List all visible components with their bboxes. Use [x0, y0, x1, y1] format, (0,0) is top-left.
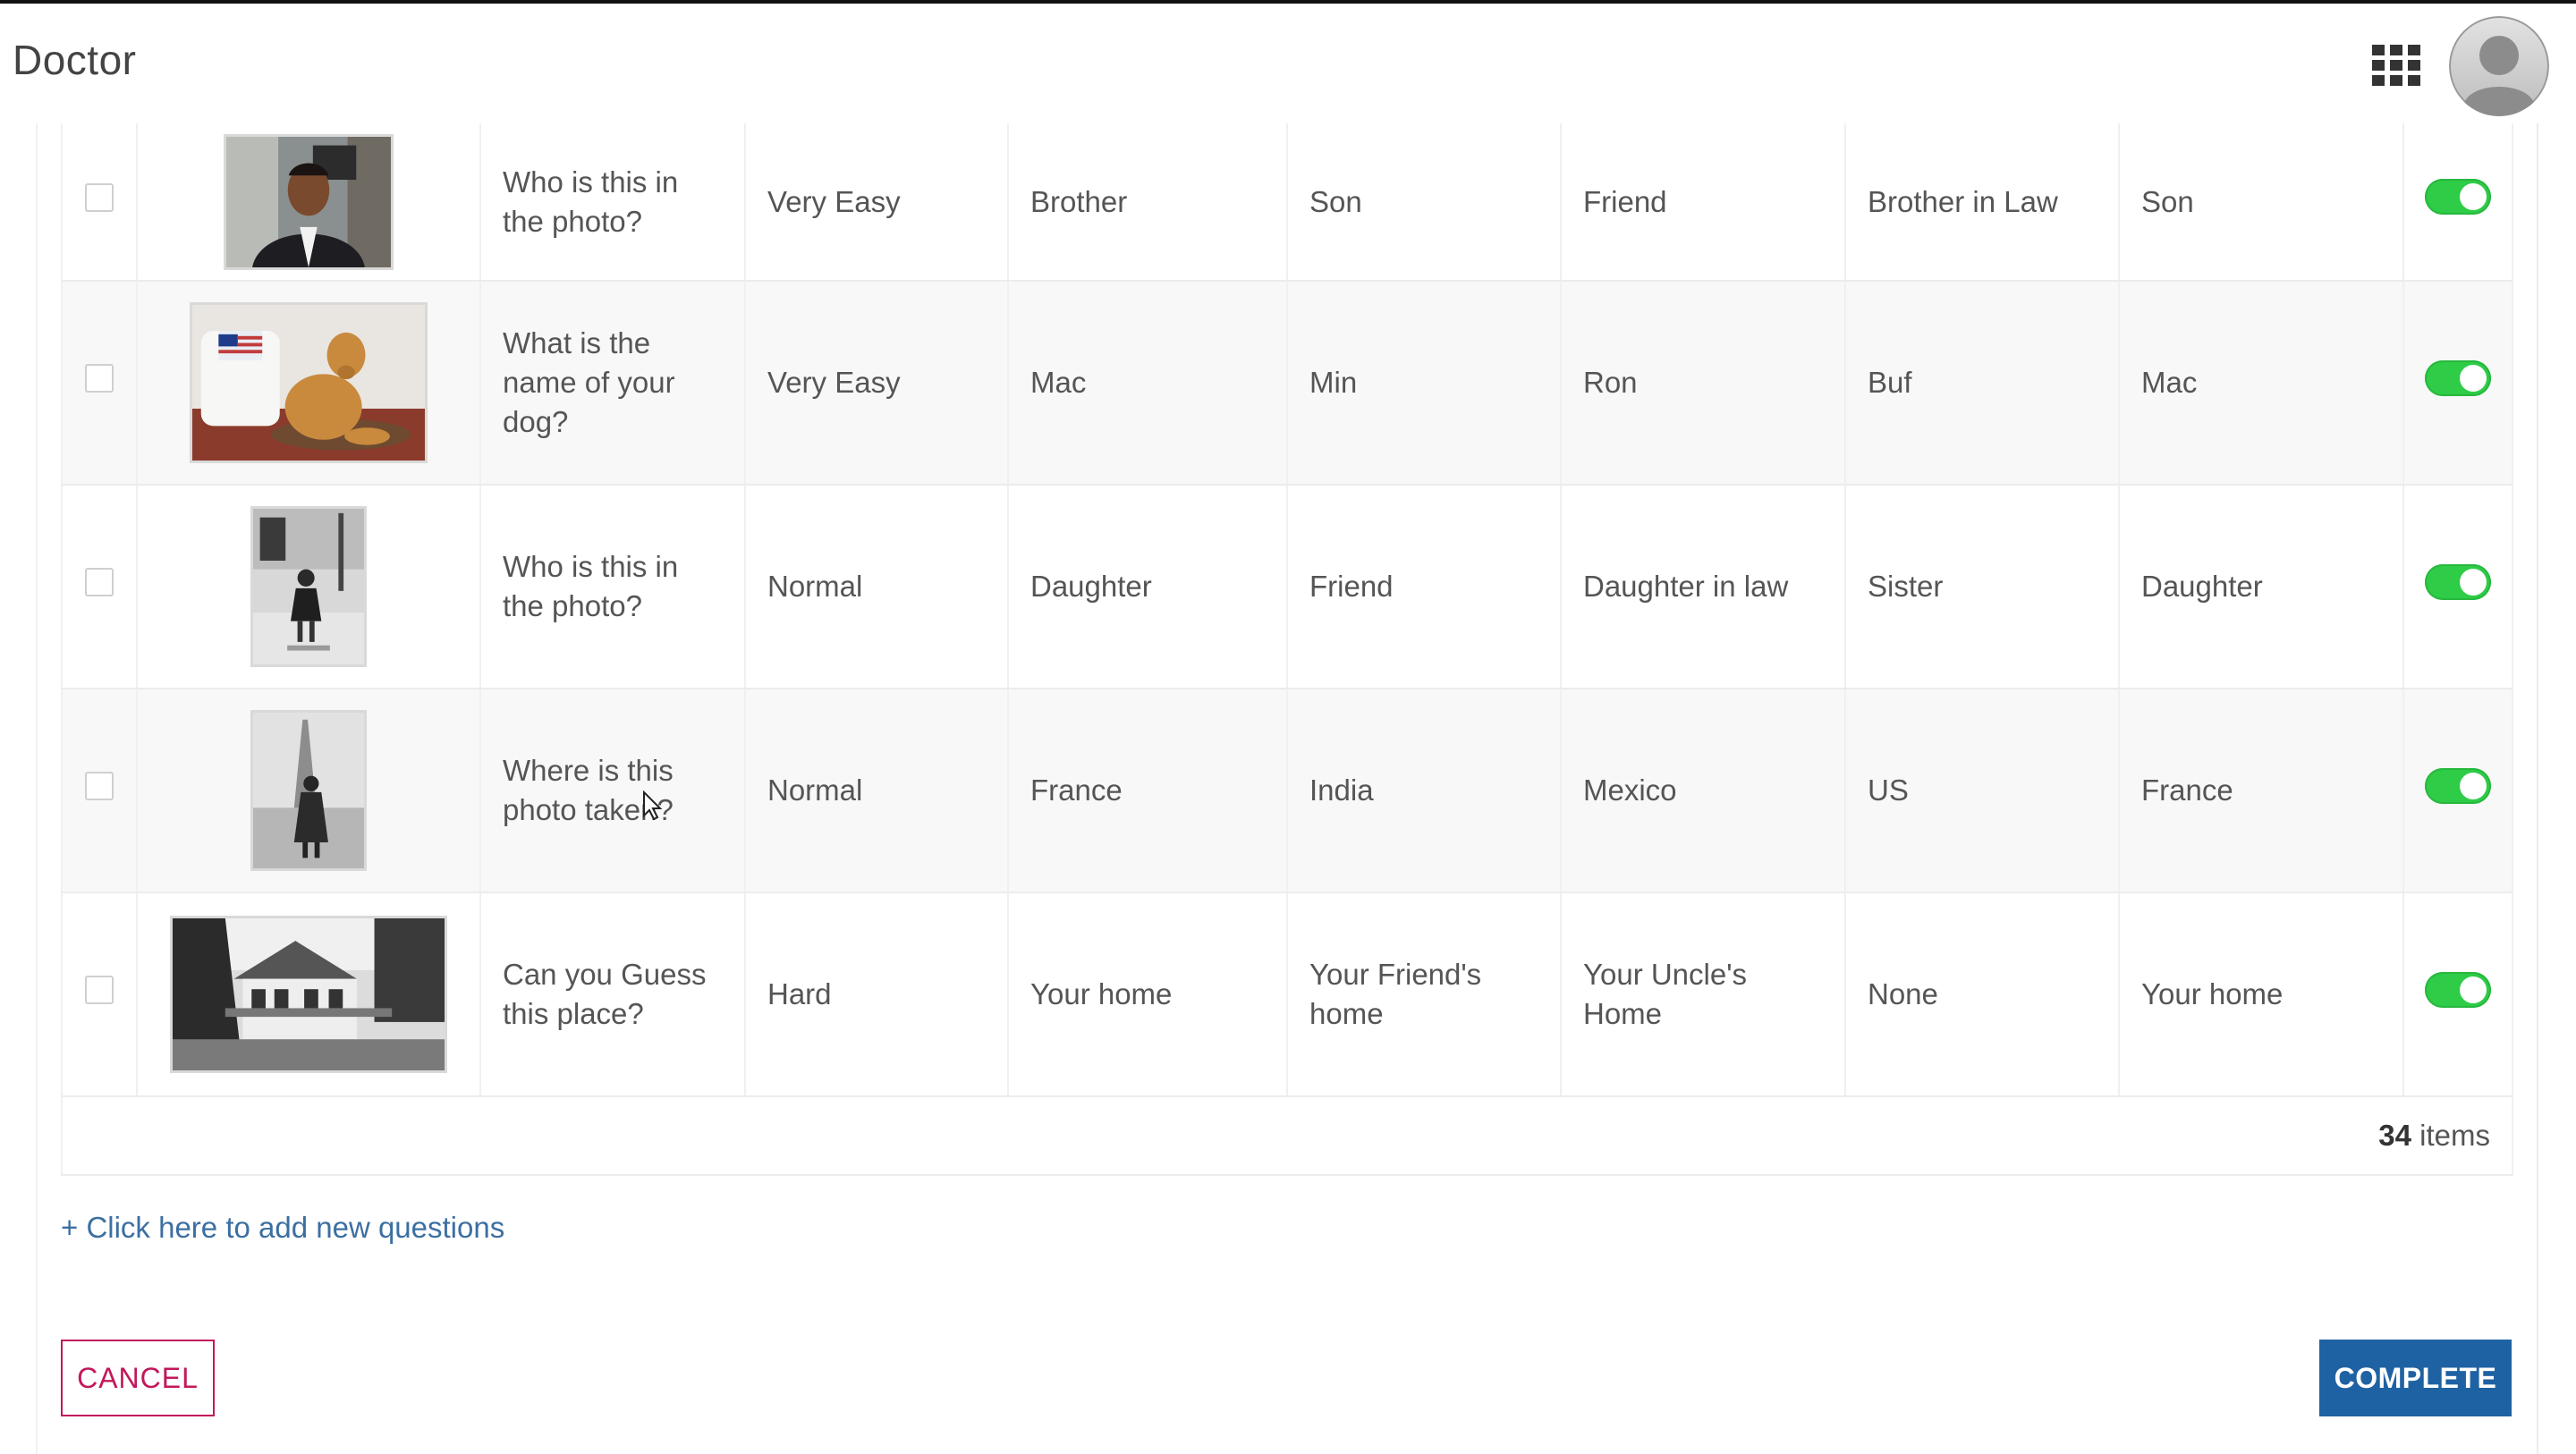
enabled-cell	[2403, 689, 2513, 893]
difficulty-cell: Normal	[745, 689, 1009, 893]
photo-thumbnail[interactable]	[170, 916, 447, 1073]
enabled-toggle[interactable]	[2425, 179, 2491, 215]
option-2-cell: Friend	[1287, 485, 1562, 689]
enabled-cell	[2403, 281, 2513, 486]
difficulty-cell: Very Easy	[745, 281, 1009, 486]
row-checkbox[interactable]	[85, 772, 114, 800]
right-panel-border	[2537, 123, 2538, 1454]
enabled-toggle[interactable]	[2425, 971, 2491, 1008]
row-checkbox[interactable]	[85, 182, 114, 212]
option-1-cell: France	[1008, 689, 1288, 893]
row-checkbox[interactable]	[85, 568, 114, 596]
photo-thumbnail[interactable]	[250, 710, 367, 871]
option-4-cell: Brother in Law	[1845, 123, 2120, 282]
option-1-cell: Your home	[1008, 892, 1288, 1097]
photo-thumbnail[interactable]	[224, 133, 394, 270]
option-3-cell: Ron	[1561, 281, 1846, 486]
row-checkbox-cell	[61, 123, 138, 282]
left-panel-border	[36, 123, 38, 1454]
item-count-label: items	[2411, 1119, 2490, 1152]
table-row: Who is this in the photo? Very Easy Brot…	[61, 123, 2513, 282]
enabled-cell	[2403, 485, 2513, 689]
row-checkbox-cell	[61, 281, 138, 486]
item-count: 34 items	[61, 1096, 2513, 1176]
option-1-cell: Brother	[1008, 123, 1288, 282]
option-2-cell: Son	[1287, 123, 1562, 282]
add-question-link[interactable]: + Click here to add new questions	[61, 1211, 504, 1245]
question-cell: Who is this in the photo?	[480, 485, 746, 689]
option-3-cell: Mexico	[1561, 689, 1846, 893]
option-4-cell: None	[1845, 892, 2120, 1097]
difficulty-cell: Very Easy	[745, 123, 1009, 282]
option-4-cell: US	[1845, 689, 2120, 893]
answer-cell: France	[2119, 689, 2404, 893]
option-3-cell: Daughter in law	[1561, 485, 1846, 689]
mouse-cursor-icon	[642, 790, 664, 821]
question-cell: Who is this in the photo?	[480, 123, 746, 282]
questions-table: Who is this in the photo? Very Easy Brot…	[61, 123, 2513, 1176]
photo-cell	[137, 892, 481, 1097]
table-row: Who is this in the photo? Normal Daughte…	[61, 485, 2513, 689]
question-cell: What is the name of your dog?	[480, 281, 746, 486]
complete-button[interactable]: COMPLETE	[2319, 1340, 2512, 1416]
photo-cell	[137, 123, 481, 282]
answer-cell: Mac	[2119, 281, 2404, 486]
answer-cell: Your home	[2119, 892, 2404, 1097]
question-cell: Can you Guess this place?	[480, 892, 746, 1097]
option-3-cell: Your Uncle's Home	[1561, 892, 1846, 1097]
option-4-cell: Buf	[1845, 281, 2120, 486]
table-row: What is the name of your dog? Very Easy …	[61, 281, 2513, 486]
option-2-cell: Your Friend's home	[1287, 892, 1562, 1097]
answer-cell: Son	[2119, 123, 2404, 282]
enabled-toggle[interactable]	[2425, 767, 2491, 804]
enabled-toggle[interactable]	[2425, 359, 2491, 396]
table-row: Where is this photo taken? Normal France…	[61, 689, 2513, 893]
difficulty-cell: Hard	[745, 892, 1009, 1097]
enabled-cell	[2403, 892, 2513, 1097]
photo-cell	[137, 689, 481, 893]
grid-apps-icon[interactable]	[2372, 45, 2420, 86]
item-count-number: 34	[2378, 1119, 2411, 1152]
user-avatar-icon[interactable]	[2449, 16, 2549, 116]
option-2-cell: Min	[1287, 281, 1562, 486]
table-footer: 34 items	[61, 1096, 2513, 1176]
option-3-cell: Friend	[1561, 123, 1846, 282]
photo-cell	[137, 485, 481, 689]
option-1-cell: Daughter	[1008, 485, 1288, 689]
photo-thumbnail[interactable]	[190, 302, 428, 463]
enabled-toggle[interactable]	[2425, 563, 2491, 600]
option-1-cell: Mac	[1008, 281, 1288, 486]
row-checkbox[interactable]	[85, 364, 114, 393]
cancel-button[interactable]: CANCEL	[61, 1340, 215, 1416]
question-cell: Where is this photo taken?	[480, 689, 746, 893]
difficulty-cell: Normal	[745, 485, 1009, 689]
row-checkbox-cell	[61, 892, 138, 1097]
answer-cell: Daughter	[2119, 485, 2404, 689]
photo-cell	[137, 281, 481, 486]
row-checkbox-cell	[61, 485, 138, 689]
app-title: Doctor	[13, 37, 137, 83]
photo-thumbnail[interactable]	[250, 506, 367, 667]
table-row: Can you Guess this place? Hard Your home…	[61, 892, 2513, 1097]
row-checkbox-cell	[61, 689, 138, 893]
enabled-cell	[2403, 123, 2513, 282]
option-2-cell: India	[1287, 689, 1562, 893]
page: Doctor Who is this in the photo? Very Ea…	[0, 0, 2576, 1454]
row-checkbox[interactable]	[85, 976, 114, 1004]
option-4-cell: Sister	[1845, 485, 2120, 689]
top-bar: Doctor	[0, 4, 2576, 123]
